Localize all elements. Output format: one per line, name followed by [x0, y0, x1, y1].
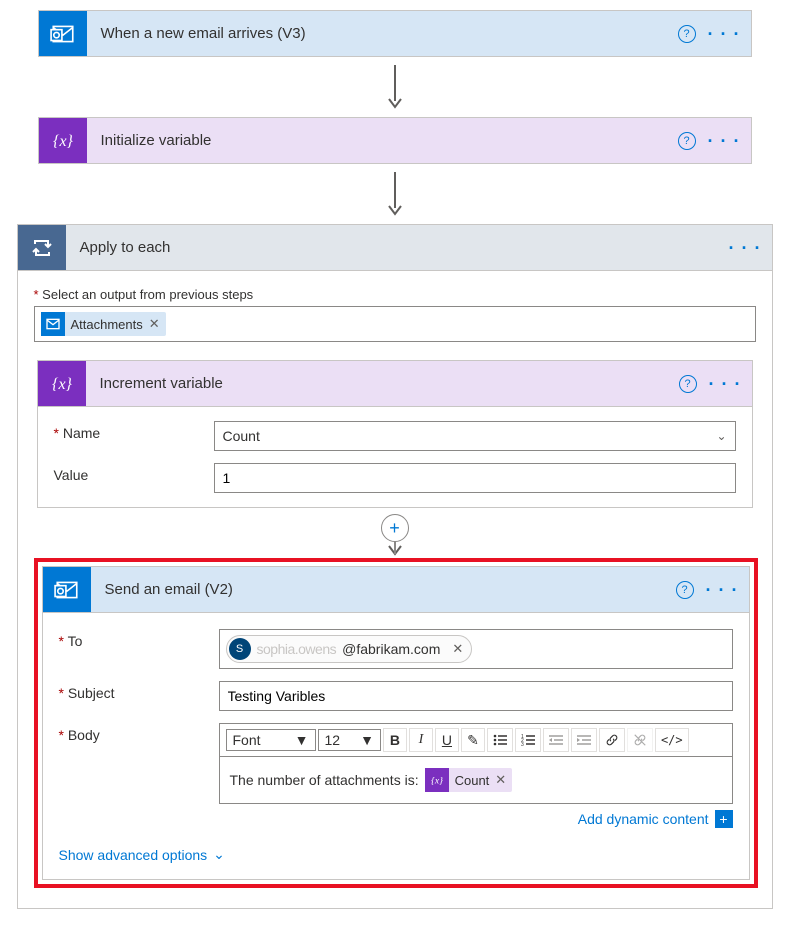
- loop-icon: [18, 225, 66, 270]
- to-input[interactable]: S sophia.owens @fabrikam.com ✕: [219, 629, 733, 669]
- plus-icon[interactable]: +: [381, 514, 409, 542]
- rich-text-toolbar: Font▼ 12▼ B I U ✎: [219, 723, 733, 756]
- help-icon[interactable]: ?: [679, 375, 697, 393]
- body-text: The number of attachments is:: [230, 772, 419, 788]
- body-label: Body: [59, 723, 219, 743]
- attachments-token[interactable]: Attachments ✕: [41, 312, 166, 336]
- value-label: Value: [54, 463, 214, 483]
- add-dynamic-content-link[interactable]: Add dynamic content: [578, 811, 709, 827]
- caret-down-icon: ▼: [360, 732, 374, 748]
- italic-button[interactable]: I: [409, 728, 433, 752]
- remove-recipient-icon[interactable]: ✕: [452, 641, 463, 657]
- svg-text:3: 3: [521, 742, 524, 746]
- remove-token-icon[interactable]: ✕: [149, 316, 160, 332]
- connector-arrow: [14, 57, 775, 117]
- font-select[interactable]: Font▼: [226, 729, 316, 751]
- add-step-button[interactable]: +: [34, 508, 756, 548]
- body-editor[interactable]: The number of attachments is: {x} Count …: [219, 756, 733, 804]
- trigger-title: When a new email arrives (V3): [101, 25, 306, 42]
- send-email-card: Send an email (V2) ? · · · To: [42, 566, 750, 880]
- chevron-down-icon: ⌄: [213, 846, 225, 863]
- count-variable-token[interactable]: {x} Count ✕: [425, 768, 513, 792]
- subject-label: Subject: [59, 681, 219, 701]
- outlook-icon: [39, 11, 87, 56]
- more-menu[interactable]: · · ·: [729, 239, 762, 257]
- apply-to-each-header[interactable]: Apply to each · · ·: [18, 225, 772, 271]
- recipient-name-blurred: sophia.owens: [257, 641, 337, 657]
- svg-text:{x}: {x}: [53, 133, 74, 150]
- more-menu[interactable]: · · ·: [709, 375, 742, 393]
- send-email-header[interactable]: Send an email (V2) ? · · ·: [43, 567, 749, 612]
- link-button[interactable]: [599, 728, 625, 752]
- subject-input[interactable]: [219, 681, 733, 711]
- code-view-button[interactable]: </>: [655, 728, 689, 752]
- name-label: Name: [54, 421, 214, 441]
- unlink-button[interactable]: [627, 728, 653, 752]
- apply-to-each-title: Apply to each: [80, 239, 171, 256]
- remove-token-icon[interactable]: ✕: [495, 772, 506, 788]
- to-label: To: [59, 629, 219, 649]
- more-menu[interactable]: · · ·: [708, 132, 741, 150]
- trigger-card[interactable]: When a new email arrives (V3) ? · · ·: [38, 10, 752, 57]
- init-variable-card[interactable]: {x} Initialize variable ? · · ·: [38, 117, 752, 164]
- token-label: Count: [455, 773, 490, 788]
- token-label: Attachments: [71, 317, 143, 332]
- bullet-list-button[interactable]: [487, 728, 513, 752]
- recipient-domain: @fabrikam.com: [342, 641, 440, 657]
- name-value: Count: [223, 428, 260, 444]
- numbered-list-button[interactable]: 123: [515, 728, 541, 752]
- select-output-input[interactable]: Attachments ✕: [34, 306, 756, 342]
- help-icon[interactable]: ?: [678, 25, 696, 43]
- more-menu[interactable]: · · ·: [708, 25, 741, 43]
- increment-variable-title: Increment variable: [100, 375, 223, 392]
- increment-variable-header[interactable]: {x} Increment variable ? · · ·: [38, 361, 752, 406]
- init-variable-title: Initialize variable: [101, 132, 212, 149]
- help-icon[interactable]: ?: [678, 132, 696, 150]
- variable-icon: {x}: [38, 361, 86, 406]
- underline-button[interactable]: U: [435, 728, 459, 752]
- bold-button[interactable]: B: [383, 728, 407, 752]
- indent-button[interactable]: [571, 728, 597, 752]
- outlook-icon: [41, 312, 65, 336]
- select-output-label: Select an output from previous steps: [34, 287, 756, 302]
- highlight-button[interactable]: ✎: [461, 728, 485, 752]
- variable-icon: {x}: [425, 768, 449, 792]
- outlook-icon: [43, 567, 91, 612]
- more-menu[interactable]: · · ·: [706, 581, 739, 599]
- chevron-down-icon: ⌄: [716, 429, 726, 443]
- plus-icon[interactable]: +: [715, 810, 733, 828]
- svg-text:{x}: {x}: [52, 376, 73, 393]
- send-email-title: Send an email (V2): [105, 581, 233, 598]
- help-icon[interactable]: ?: [676, 581, 694, 599]
- variable-icon: {x}: [39, 118, 87, 163]
- caret-down-icon: ▼: [295, 732, 309, 748]
- name-select[interactable]: Count ⌄: [214, 421, 736, 451]
- font-size-select[interactable]: 12▼: [318, 729, 381, 751]
- apply-to-each-container: Apply to each · · · Select an output fro…: [17, 224, 773, 909]
- avatar: S: [229, 638, 251, 660]
- value-input[interactable]: [214, 463, 736, 493]
- recipient-chip[interactable]: S sophia.owens @fabrikam.com ✕: [226, 635, 473, 663]
- show-advanced-options-link[interactable]: Show advanced options ⌄: [59, 846, 225, 863]
- increment-variable-card: {x} Increment variable ? · · · Name Coun…: [37, 360, 753, 508]
- svg-text:{x}: {x}: [431, 775, 443, 786]
- highlighted-region: Send an email (V2) ? · · · To: [34, 558, 758, 888]
- outdent-button[interactable]: [543, 728, 569, 752]
- connector-arrow: [14, 164, 775, 224]
